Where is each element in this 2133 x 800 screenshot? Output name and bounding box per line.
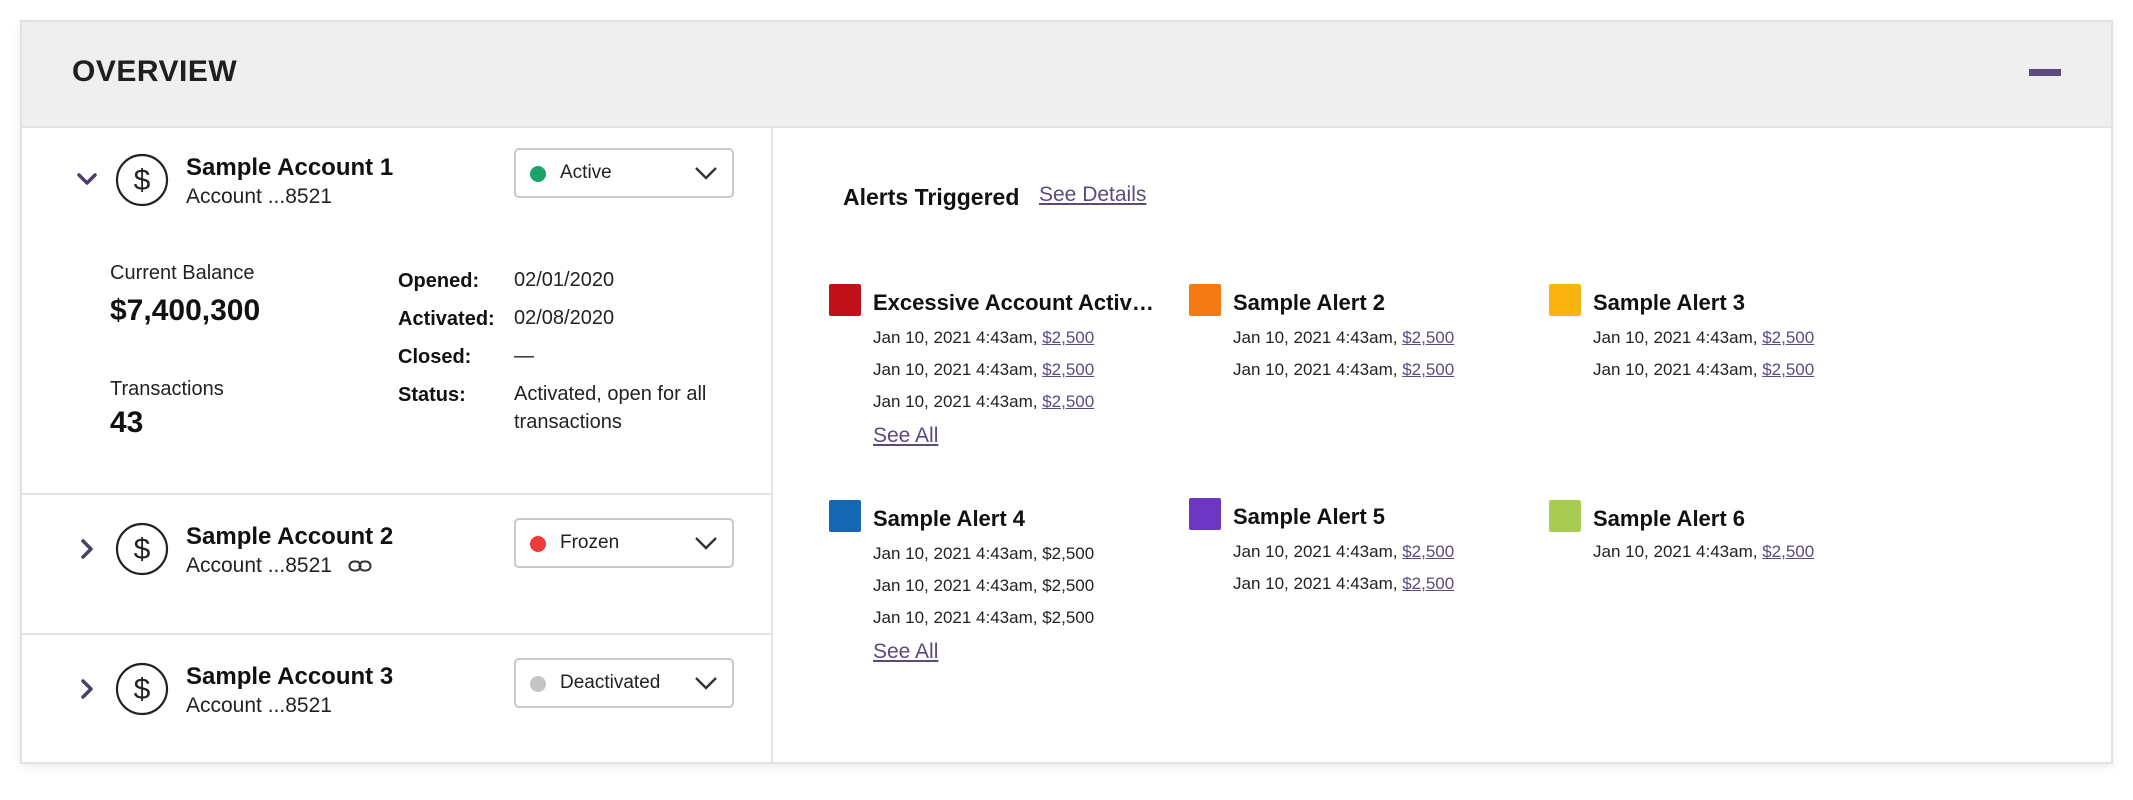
activated-label: Activated: (398, 308, 495, 330)
alert-card: Sample Alert 3 Jan 10, 2021 4:43am, $2,5… (1549, 284, 1879, 404)
see-all-link[interactable]: See All (873, 640, 938, 664)
chevron-down-icon (695, 537, 717, 550)
status-label: Deactivated (560, 672, 661, 693)
alert-entry: Jan 10, 2021 4:43am, $2,500 (873, 608, 1095, 627)
alert-color-swatch (1549, 284, 1581, 316)
amount-link[interactable]: $2,500 (1402, 360, 1454, 379)
status-dot (530, 676, 546, 692)
alert-card: Excessive Account Activi... Jan 10, 2021… (829, 284, 1159, 484)
alert-color-swatch (1189, 284, 1221, 316)
activated-value: 02/08/2020 (514, 307, 615, 329)
alert-card: Sample Alert 2 Jan 10, 2021 4:43am, $2,5… (1189, 284, 1519, 404)
amount-link[interactable]: $2,500 (1402, 542, 1454, 561)
svg-text:$: $ (134, 164, 151, 197)
amount-text: $2,500 (1042, 544, 1095, 563)
panel-header: OVERVIEW (22, 22, 2111, 128)
closed-value: — (514, 345, 534, 367)
account-card-3: $ Sample Account 3 Account ...8521 Deact… (22, 635, 771, 764)
alert-entry: Jan 10, 2021 4:43am, $2,500 (1593, 542, 1815, 561)
account-number-row: Account ...8521 (186, 554, 372, 578)
alert-entry: Jan 10, 2021 4:43am, $2,500 (873, 576, 1095, 595)
alert-color-swatch (1189, 498, 1221, 530)
svg-text:$: $ (134, 673, 151, 706)
overview-panel: OVERVIEW $ Sample Account 1 Account ...8… (20, 20, 2113, 764)
alert-title[interactable]: Sample Alert 3 (1593, 290, 1875, 316)
alert-card: Sample Alert 4 Jan 10, 2021 4:43am, $2,5… (829, 500, 1159, 700)
alert-title[interactable]: Sample Alert 6 (1593, 506, 1875, 532)
alert-title[interactable]: Sample Alert 5 (1233, 504, 1515, 530)
chevron-down-icon (695, 677, 717, 690)
account-card-2: $ Sample Account 2 Account ...8521 Froze… (22, 495, 771, 635)
alert-card: Sample Alert 6 Jan 10, 2021 4:43am, $2,5… (1549, 500, 1879, 590)
alert-entry: Jan 10, 2021 4:43am, $2,500 (1233, 542, 1455, 561)
see-details-link[interactable]: See Details (1039, 183, 1146, 207)
link-icon[interactable] (348, 559, 372, 573)
account-name: Sample Account 3 (186, 663, 394, 690)
account-card-1: $ Sample Account 1 Account ...8521 Activ… (22, 128, 771, 495)
see-all-link[interactable]: See All (873, 424, 938, 448)
alert-title[interactable]: Sample Alert 4 (873, 506, 1155, 532)
dollar-icon: $ (115, 522, 169, 576)
status-dot (530, 166, 546, 182)
transactions-value: 43 (110, 406, 144, 439)
status-detail-label: Status: (398, 384, 466, 406)
amount-link[interactable]: $2,500 (1402, 574, 1454, 593)
alert-title[interactable]: Excessive Account Activi... (873, 290, 1155, 316)
closed-label: Closed: (398, 346, 472, 368)
amount-text: $2,500 (1042, 576, 1095, 595)
chevron-right-icon[interactable] (76, 538, 98, 560)
amount-link[interactable]: $2,500 (1762, 542, 1814, 561)
account-name: Sample Account 2 (186, 523, 394, 550)
amount-link[interactable]: $2,500 (1042, 392, 1094, 411)
alert-card: Sample Alert 5 Jan 10, 2021 4:43am, $2,5… (1189, 498, 1519, 618)
minus-icon (2029, 69, 2061, 76)
alerts-title: Alerts Triggered (843, 184, 1020, 210)
alert-entry: Jan 10, 2021 4:43am, $2,500 (873, 328, 1095, 347)
status-label: Active (560, 162, 612, 183)
amount-text: $2,500 (1042, 608, 1095, 627)
alert-color-swatch (1549, 500, 1581, 532)
transactions-label: Transactions (110, 378, 224, 400)
panel-title: OVERVIEW (72, 55, 238, 88)
alert-entry: Jan 10, 2021 4:43am, $2,500 (873, 360, 1095, 379)
status-label: Frozen (560, 532, 620, 553)
status-dot (530, 536, 546, 552)
alert-color-swatch (829, 284, 861, 316)
alert-entry: Jan 10, 2021 4:43am, $2,500 (1233, 360, 1455, 379)
account-number: Account ...8521 (186, 694, 332, 717)
alert-entry: Jan 10, 2021 4:43am, $2,500 (873, 392, 1095, 411)
alert-entry: Jan 10, 2021 4:43am, $2,500 (873, 544, 1095, 563)
balance-value: $7,400,300 (110, 294, 261, 327)
collapse-panel-button[interactable] (2029, 68, 2061, 78)
status-dropdown[interactable]: Frozen (514, 518, 734, 568)
alert-title[interactable]: Sample Alert 2 (1233, 290, 1515, 316)
dollar-icon: $ (115, 153, 169, 207)
status-detail-value: Activated, open for all transactions (514, 383, 707, 433)
account-number: Account ...8521 (186, 185, 332, 208)
amount-link[interactable]: $2,500 (1402, 328, 1454, 347)
balance-label: Current Balance (110, 262, 255, 284)
opened-value: 02/01/2020 (514, 269, 615, 291)
account-name: Sample Account 1 (186, 154, 394, 181)
accounts-list: $ Sample Account 1 Account ...8521 Activ… (22, 128, 773, 764)
account-number: Account ...8521 (186, 554, 332, 577)
alert-color-swatch (829, 500, 861, 532)
status-dropdown[interactable]: Active (514, 148, 734, 198)
alerts-panel: Alerts Triggered See Details Excessive A… (773, 128, 2113, 764)
chevron-down-icon (695, 167, 717, 180)
amount-link[interactable]: $2,500 (1042, 360, 1094, 379)
status-dropdown[interactable]: Deactivated (514, 658, 734, 708)
alert-entry: Jan 10, 2021 4:43am, $2,500 (1593, 328, 1815, 347)
chevron-down-icon[interactable] (76, 168, 98, 190)
svg-text:$: $ (134, 533, 151, 566)
dollar-icon: $ (115, 662, 169, 716)
amount-link[interactable]: $2,500 (1762, 328, 1814, 347)
amount-link[interactable]: $2,500 (1042, 328, 1094, 347)
chevron-right-icon[interactable] (76, 678, 98, 700)
alert-entry: Jan 10, 2021 4:43am, $2,500 (1593, 360, 1815, 379)
amount-link[interactable]: $2,500 (1762, 360, 1814, 379)
alert-entry: Jan 10, 2021 4:43am, $2,500 (1233, 328, 1455, 347)
opened-label: Opened: (398, 270, 480, 292)
alert-entry: Jan 10, 2021 4:43am, $2,500 (1233, 574, 1455, 593)
